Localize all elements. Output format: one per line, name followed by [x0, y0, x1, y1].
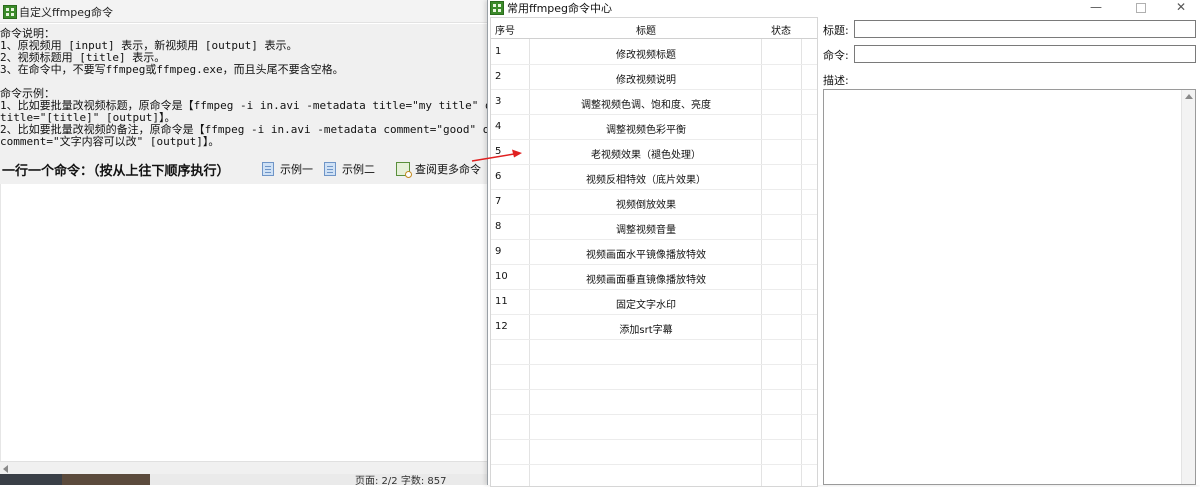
right-window-title: 常用ffmpeg命令中心: [507, 2, 613, 15]
header-status[interactable]: 状态: [771, 22, 791, 37]
table-row-empty: [491, 414, 817, 440]
table-row[interactable]: 3 调整视频色调、饱和度、亮度: [491, 89, 817, 115]
table-row[interactable]: 5 老视频效果（褪色处理）: [491, 139, 817, 165]
status-bar: 页面: 2/2 字数: 857: [0, 474, 490, 485]
table-row-empty: [491, 439, 817, 465]
instruction-line: 3、在命令中，不要写ffmpeg或ffmpeg.exe，而且头尾不要含空格。: [0, 63, 344, 76]
arrow-head: [512, 149, 522, 158]
command-editor[interactable]: [0, 184, 489, 461]
horizontal-scrollbar[interactable]: [0, 461, 490, 475]
description-textarea[interactable]: [823, 89, 1196, 485]
table-row-empty: [491, 339, 817, 365]
document-icon: [262, 162, 274, 176]
row-num: 10: [495, 271, 508, 282]
row-num: 6: [495, 171, 502, 182]
header-num[interactable]: 序号: [495, 22, 515, 37]
right-title-bar[interactable]: 常用ffmpeg命令中心 — ✕: [488, 0, 1200, 16]
document-icon: [324, 162, 336, 176]
row-num: 11: [495, 296, 508, 307]
instruction-line: comment="文字内容可以改" [output]】。: [0, 135, 220, 148]
custom-ffmpeg-window: 自定义ffmpeg命令 命令说明： 1、原视频用 [input] 表示，新视频用…: [0, 0, 490, 485]
left-window-title: 自定义ffmpeg命令: [19, 6, 114, 19]
row-num: 12: [495, 321, 508, 332]
search-document-icon: [396, 162, 412, 178]
ffmpeg-command-center-window: 常用ffmpeg命令中心 — ✕ 序号 标题 状态 1 修改视频标题 2 修改视…: [487, 0, 1200, 487]
status-text: 页面: 2/2 字数: 857: [355, 476, 447, 485]
table-header: 序号 标题 状态: [491, 18, 817, 39]
instructions-panel: 命令说明： 1、原视频用 [input] 表示，新视频用 [output] 表示…: [0, 24, 490, 152]
thumbnail-strip: [62, 474, 150, 485]
row-title: 调整视频色彩平衡: [606, 125, 686, 136]
row-title: 老视频效果（褪色处理）: [591, 150, 701, 161]
minimize-button[interactable]: —: [1075, 0, 1117, 16]
row-num: 4: [495, 121, 502, 132]
table-row-empty: [491, 464, 817, 486]
red-arrow-annotation: [471, 149, 522, 162]
row-num: 1: [495, 46, 502, 57]
title-input[interactable]: [854, 20, 1196, 38]
table-row[interactable]: 9 视频画面水平镜像播放特效: [491, 239, 817, 265]
description-label: 描述:: [823, 74, 849, 87]
example2-label: 示例二: [342, 163, 375, 176]
row-num: 9: [495, 246, 502, 257]
table-row[interactable]: 10 视频画面垂直镜像播放特效: [491, 264, 817, 290]
example1-label: 示例一: [280, 163, 313, 176]
example2-link[interactable]: 示例二: [324, 162, 375, 176]
table-row[interactable]: 12 添加srt字幕: [491, 314, 817, 340]
row-num: 2: [495, 71, 502, 82]
scroll-left-icon[interactable]: [3, 465, 8, 473]
table-row[interactable]: 2 修改视频说明: [491, 64, 817, 90]
maximize-icon: [1136, 3, 1146, 13]
left-title-bar[interactable]: 自定义ffmpeg命令: [0, 0, 490, 23]
arrow-shaft: [471, 153, 515, 162]
row-title: 视频画面垂直镜像播放特效: [586, 275, 706, 286]
row-title: 视频画面水平镜像播放特效: [586, 250, 706, 261]
scroll-up-icon[interactable]: [1185, 94, 1193, 99]
vertical-scrollbar[interactable]: [1181, 90, 1195, 484]
table-row[interactable]: 6 视频反相特效（底片效果）: [491, 164, 817, 190]
command-toolbar: 一行一个命令：（按从上往下顺序执行） 示例一 示例二 查阅更多命令: [0, 152, 490, 184]
row-title: 调整视频音量: [616, 225, 676, 236]
command-input[interactable]: [854, 45, 1196, 63]
example1-link[interactable]: 示例一: [262, 162, 313, 176]
row-title: 视频倒放效果: [616, 200, 676, 211]
table-row[interactable]: 1 修改视频标题: [491, 39, 817, 65]
details-panel: 标题: 命令: 描述:: [820, 17, 1200, 485]
row-title: 固定文字水印: [616, 300, 676, 311]
row-num: 3: [495, 96, 502, 107]
table-row-empty: [491, 389, 817, 415]
row-title: 修改视频标题: [616, 50, 676, 61]
table-row-empty: [491, 364, 817, 390]
table-row[interactable]: 8 调整视频音量: [491, 214, 817, 240]
more-commands-link[interactable]: 查阅更多命令: [396, 162, 481, 178]
row-title: 添加srt字幕: [619, 325, 673, 336]
table-row[interactable]: 4 调整视频色彩平衡: [491, 114, 817, 140]
maximize-button[interactable]: [1120, 0, 1162, 16]
app-icon: [3, 5, 17, 19]
command-heading: 一行一个命令：（按从上往下顺序执行）: [2, 164, 230, 179]
row-num: 7: [495, 196, 502, 207]
command-table[interactable]: 序号 标题 状态 1 修改视频标题 2 修改视频说明 3 调整视频色调、饱和度、…: [490, 17, 818, 487]
table-row[interactable]: 7 视频倒放效果: [491, 189, 817, 215]
table-row[interactable]: 11 固定文字水印: [491, 289, 817, 315]
close-button[interactable]: ✕: [1160, 0, 1200, 16]
app-icon: [490, 1, 504, 15]
command-label: 命令:: [823, 49, 849, 62]
header-title[interactable]: 标题: [531, 22, 761, 37]
row-title: 修改视频说明: [616, 75, 676, 86]
row-title: 调整视频色调、饱和度、亮度: [581, 100, 711, 111]
row-title: 视频反相特效（底片效果）: [586, 175, 706, 186]
row-num: 8: [495, 221, 502, 232]
title-label: 标题:: [823, 24, 849, 37]
